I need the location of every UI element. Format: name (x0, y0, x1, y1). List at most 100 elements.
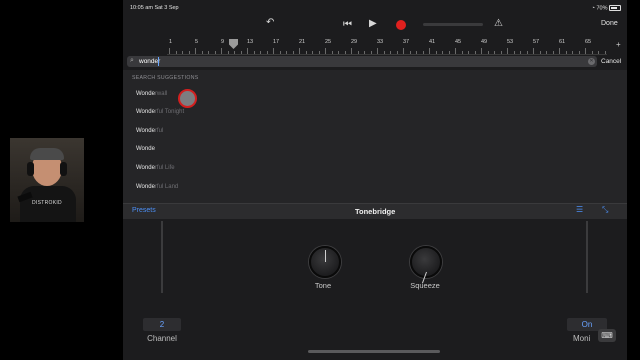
ruler-tick (247, 48, 248, 54)
tone-knob-indicator (324, 250, 326, 262)
ruler-tick (175, 51, 177, 54)
play-icon[interactable]: ▶ (369, 18, 377, 29)
suggestion-typed: Wonde (136, 109, 155, 115)
ruler-tick (461, 51, 463, 54)
ruler-tick (312, 51, 313, 54)
ruler-tick (253, 51, 255, 54)
squeeze-knob-label: Squeeze (410, 281, 440, 290)
input-level-slider[interactable] (161, 221, 163, 293)
suggestion-completion: rful Life (154, 165, 175, 171)
ruler-tick (344, 51, 346, 54)
eq-settings-icon[interactable]: ☰ (576, 205, 583, 214)
master-volume-slider[interactable] (423, 23, 483, 26)
ruler-tick (429, 48, 430, 54)
ruler-tick (169, 48, 170, 54)
ruler-bar-number: 21 (299, 39, 306, 45)
ruler-tick (585, 48, 586, 54)
suggestion-item[interactable]: Wonde (136, 146, 155, 152)
expand-icon[interactable]: ⤡ (602, 205, 608, 215)
done-button[interactable]: Done (601, 20, 618, 27)
ruler-tick (370, 51, 372, 54)
rewind-icon[interactable]: ⏮ (343, 19, 352, 30)
home-indicator[interactable] (308, 350, 440, 353)
add-section-button[interactable]: + (616, 40, 621, 49)
ruler-tick (299, 48, 300, 54)
undo-icon[interactable]: ↶ (266, 17, 274, 28)
ruler-tick (383, 51, 385, 54)
ruler-tick (578, 51, 580, 54)
ruler-tick (526, 51, 528, 54)
ruler-tick (416, 51, 417, 54)
suggestion-item[interactable]: Wonderful Life (136, 165, 175, 171)
ruler-tick (214, 51, 216, 54)
ruler-tick (188, 51, 190, 54)
ruler-tick (403, 48, 404, 54)
ruler-bar-number: 29 (351, 39, 358, 45)
ruler-bar-number: 1 (169, 39, 173, 45)
ruler-tick (422, 51, 424, 54)
ruler-tick (539, 51, 541, 54)
ruler-tick (182, 51, 183, 54)
ruler-tick (305, 51, 307, 54)
record-icon[interactable] (396, 20, 406, 30)
ruler-tick (533, 48, 534, 54)
keyboard-icon[interactable]: ⌨ (598, 329, 616, 342)
suggestion-completion: rful (154, 128, 164, 134)
ruler-bar-number: 41 (429, 39, 436, 45)
suggestion-item[interactable]: Wonderful Land (136, 184, 178, 190)
cancel-button[interactable]: Cancel (601, 58, 621, 65)
ruler-bar-number: 9 (221, 39, 225, 45)
status-bar: 10:05 am Sat 3 Sep ◔ 70% (123, 0, 627, 16)
suggestion-typed: Wonde (136, 165, 155, 171)
suggestion-typed: Wonde (136, 184, 155, 190)
ruler-tick (279, 51, 281, 54)
ruler-bar-number: 37 (403, 39, 410, 45)
tone-knob-label: Tone (314, 281, 332, 290)
search-icon: ⌕ (130, 57, 134, 64)
suggestion-item[interactable]: Wonderwall (136, 91, 167, 97)
ruler-bar-number: 17 (273, 39, 280, 45)
output-level-slider[interactable] (586, 221, 588, 293)
ruler-tick (507, 48, 508, 54)
ruler-bar-number: 33 (377, 39, 384, 45)
ruler-tick (292, 51, 294, 54)
monitor-label: Moni (573, 334, 591, 343)
shirt-logo-text: DISTROKID (32, 200, 62, 206)
ruler-tick (338, 51, 339, 54)
squeeze-knob[interactable] (410, 246, 442, 284)
suggestions-header: SEARCH SUGGESTIONS (132, 75, 199, 81)
metronome-icon[interactable]: ⚠ (494, 18, 503, 29)
ruler-tick (546, 51, 547, 54)
ruler-tick (565, 51, 567, 54)
person-cap (30, 148, 64, 160)
search-suggestions-panel (123, 70, 627, 204)
ruler-tick (481, 48, 482, 54)
suggestion-item[interactable]: Wonderful (136, 128, 163, 134)
suggestion-typed: Wonde (136, 146, 155, 152)
suggestion-item[interactable]: Wonderful Tonight (136, 109, 184, 115)
ruler-tick (487, 51, 489, 54)
ruler-tick (266, 51, 268, 54)
ruler-tick (234, 51, 235, 54)
ruler-tick (598, 51, 599, 54)
suggestion-typed: Wonde (136, 91, 155, 97)
tone-knob[interactable] (309, 246, 341, 278)
ruler-tick (442, 51, 443, 54)
battery-percent: 70% (596, 5, 608, 12)
ruler-tick (318, 51, 320, 54)
search-input[interactable] (127, 56, 597, 67)
ruler-tick (357, 51, 359, 54)
ruler-tick (286, 51, 287, 54)
ruler-tick (351, 48, 352, 54)
ruler-bar-number: 49 (481, 39, 488, 45)
touch-indicator (178, 89, 197, 108)
ruler-bar-number: 57 (533, 39, 540, 45)
channel-selector[interactable]: 2 (143, 318, 181, 331)
ruler-bar-number: 65 (585, 39, 592, 45)
suggestion-typed: Wonde (136, 128, 155, 134)
headphone-left (27, 162, 34, 176)
webcam-overlay: DISTROKID (10, 138, 84, 222)
ruler-tick (221, 48, 222, 54)
clear-search-icon[interactable]: ✕ (588, 58, 595, 65)
presets-button[interactable]: Presets (132, 207, 156, 214)
